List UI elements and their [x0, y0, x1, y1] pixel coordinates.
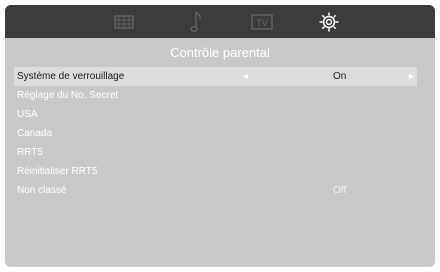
svg-text:TV: TV [256, 18, 268, 28]
menu-item-reset-rrt5[interactable]: Réinitialiser RRT5 [5, 162, 419, 181]
tab-tv[interactable]: TV [242, 5, 282, 38]
menu-item-label: Réinitialiser RRT5 [17, 166, 98, 177]
menu-item-label: RRT5 [17, 147, 43, 158]
menu-item-label: Réglage du No. Secret [17, 90, 119, 101]
tab-settings[interactable] [309, 5, 349, 38]
parental-control-panel: TV Contrôle parental Système de verrouil… [5, 5, 435, 267]
arrow-left-icon[interactable]: ◄ [241, 67, 250, 86]
arrow-right-icon[interactable]: ► [407, 67, 416, 86]
menu-item-label: Canada [17, 128, 53, 139]
music-note-icon [190, 11, 201, 32]
tab-picture[interactable] [104, 5, 144, 38]
menu-title: Contrôle parental [170, 45, 270, 60]
menu-item-usa[interactable]: USA [5, 105, 419, 124]
menu-item-value: Off [333, 185, 347, 196]
top-tab-bar: TV [5, 5, 435, 38]
settings-gear-icon [319, 12, 339, 31]
menu-item-rrt5[interactable]: RRT5 [5, 143, 419, 162]
menu-item-label: Système de verrouillage [17, 71, 125, 82]
menu-item-canada[interactable]: Canada [5, 124, 419, 143]
menu-item-value: On [333, 71, 347, 82]
menu-item-label: Non classé [17, 185, 67, 196]
settings-menu-list: Système de verrouillage ◄ On ► Réglage d… [5, 67, 435, 200]
tv-icon: TV [251, 13, 273, 30]
tab-music[interactable] [176, 5, 216, 38]
menu-item-label: USA [17, 109, 38, 120]
menu-item-lock-system[interactable]: Système de verrouillage ◄ On ► [14, 67, 417, 86]
menu-item-unrated[interactable]: Non classé Off [5, 181, 419, 200]
menu-item-secret-code[interactable]: Réglage du No. Secret [5, 86, 419, 105]
picture-icon [114, 14, 134, 29]
